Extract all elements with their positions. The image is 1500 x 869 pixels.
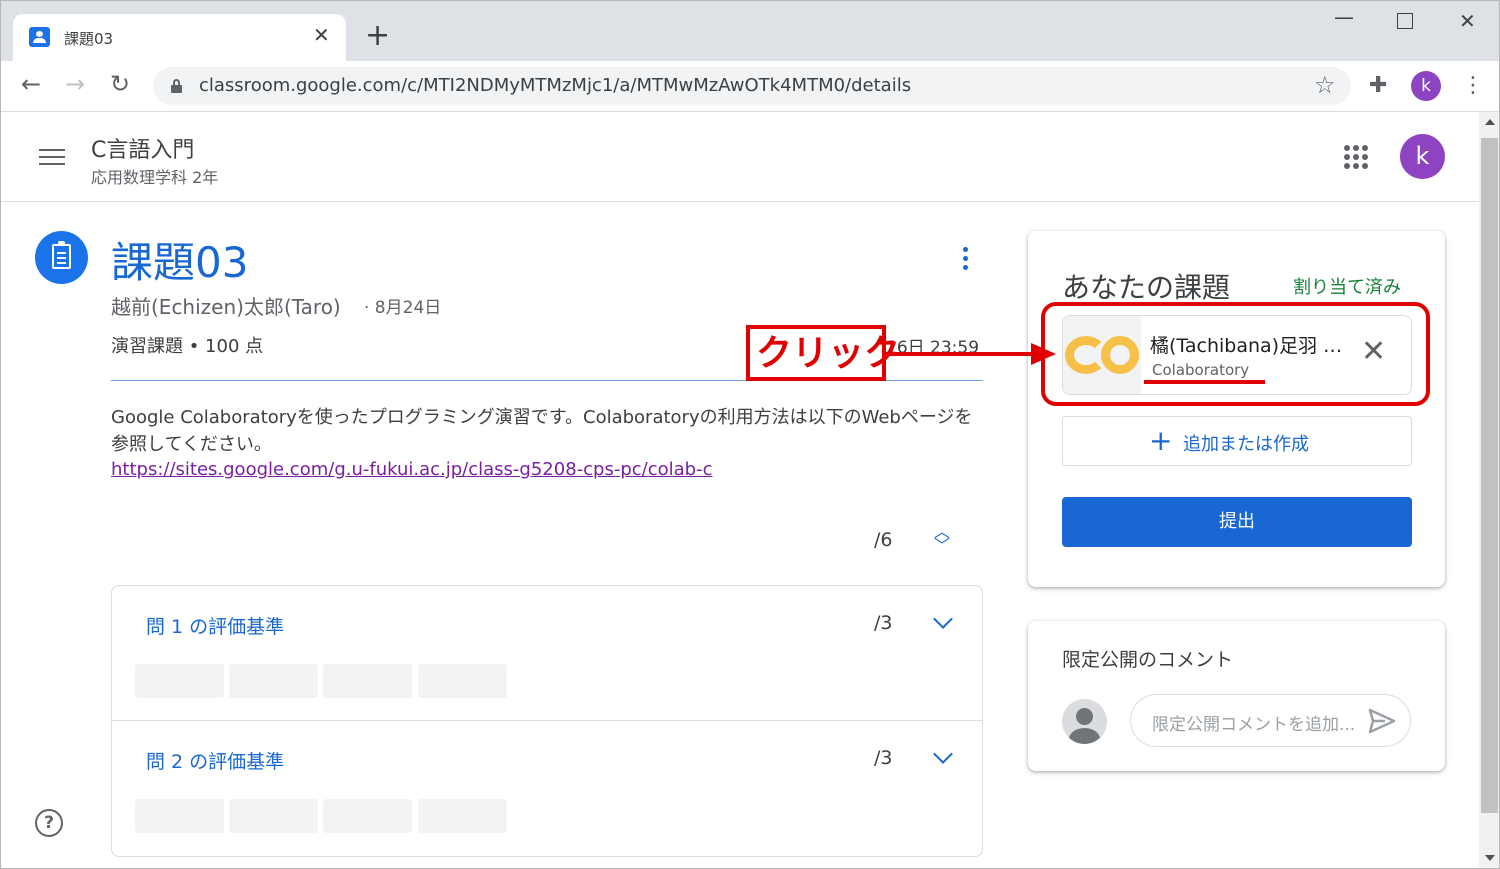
rubric-panel: 問 1 の評価基準 /3 問 2 の評価基準 /3 [111, 585, 983, 857]
url-text[interactable]: classroom.google.com/c/MTI2NDMyMTMzMjc1/… [199, 75, 911, 96]
back-icon[interactable]: ← [21, 69, 41, 99]
assignment-author: 越前(Echizen)太郎(Taro) [111, 295, 341, 319]
main-menu-icon[interactable] [39, 146, 65, 166]
more-options-icon[interactable] [957, 245, 977, 273]
send-icon[interactable] [1367, 707, 1397, 735]
maximize-icon[interactable] [1397, 13, 1413, 29]
forward-icon[interactable]: → [65, 69, 85, 99]
click-annotation-box: クリック [746, 325, 900, 381]
class-name[interactable]: C言語入門 [91, 132, 194, 164]
classroom-favicon-icon [29, 27, 50, 47]
browser-toolbar: ← → ↻ classroom.google.com/c/MTI2NDMyMTM… [1, 61, 1499, 112]
apps-grid-icon[interactable] [1344, 145, 1368, 169]
browser-menu-icon[interactable]: ⋮ [1462, 72, 1484, 100]
status-badge: 割り当て済み [1293, 277, 1401, 298]
click-annotation-label: クリック [756, 333, 901, 374]
rubric-level-placeholder [418, 799, 507, 833]
extensions-icon[interactable]: ✚ [1369, 73, 1387, 98]
minimize-icon[interactable]: — [1334, 5, 1354, 29]
assignment-title: 課題03 [111, 238, 249, 287]
assignment-posted-date: · 8月24日 [364, 298, 442, 318]
rubric-level-placeholder [229, 664, 318, 698]
rubric-criterion[interactable]: 問 1 の評価基準 /3 [112, 586, 982, 721]
scrollbar-thumb[interactable] [1481, 138, 1498, 813]
add-or-create-button[interactable]: + 追加または作成 [1062, 416, 1412, 466]
tab-close-icon[interactable]: ✕ [313, 25, 330, 45]
window-close-icon[interactable]: ✕ [1459, 9, 1476, 33]
comment-placeholder[interactable]: 限定公開コメントを追加... [1152, 710, 1362, 735]
rubric-level-placeholder [229, 799, 318, 833]
rubric-total-points: /6 [874, 529, 893, 551]
class-section: 応用数理学科 2年 [91, 168, 219, 187]
classroom-header: C言語入門 応用数理学科 2年 k [1, 112, 1479, 202]
assignment-icon [35, 231, 88, 284]
criterion-points: /3 [874, 612, 893, 634]
rubric-level-placeholder [418, 664, 507, 698]
rubric-criterion[interactable]: 問 2 の評価基準 /3 [112, 721, 982, 856]
assignment-meta: 演習課題 • 100 点 [111, 336, 264, 357]
criterion-title[interactable]: 問 1 の評価基準 [146, 612, 284, 639]
browser-tab-strip: 課題03 ✕ + — ✕ [1, 1, 1499, 61]
chevron-down-icon[interactable] [932, 751, 954, 765]
assignment-link[interactable]: https://sites.google.com/g.u-fukui.ac.jp… [111, 459, 713, 480]
sort-icon[interactable]: ︿ ﹀ [932, 524, 952, 557]
annotation-arrow-icon [886, 343, 1056, 365]
user-avatar-icon [1062, 699, 1107, 744]
scroll-up-icon[interactable] [1485, 119, 1495, 125]
your-work-title: あなたの課題 [1062, 271, 1231, 304]
rubric-level-placeholder [135, 664, 224, 698]
annotation-underline [1144, 380, 1265, 384]
browser-tab[interactable]: 課題03 ✕ [13, 14, 346, 61]
assignment-description: Google Colaboratoryを使ったプログラミング演習です。Colab… [111, 407, 973, 455]
rubric-level-placeholder [323, 664, 412, 698]
address-bar[interactable]: classroom.google.com/c/MTI2NDMyMTMzMjc1/… [153, 67, 1351, 105]
help-icon[interactable]: ? [35, 809, 63, 837]
account-avatar[interactable]: k [1400, 134, 1445, 179]
submit-button[interactable]: 提出 [1062, 497, 1412, 547]
new-tab-icon[interactable]: + [365, 21, 390, 51]
reload-icon[interactable]: ↻ [110, 69, 130, 99]
lock-icon[interactable] [171, 79, 182, 93]
criterion-points: /3 [874, 747, 893, 769]
browser-profile-avatar[interactable]: k [1411, 71, 1441, 101]
scroll-down-icon[interactable] [1485, 855, 1495, 861]
tab-title: 課題03 [64, 30, 114, 48]
page-scrollbar[interactable] [1479, 112, 1499, 868]
annotation-highlight-ring [1041, 302, 1430, 406]
private-comments-card: 限定公開のコメント 限定公開コメントを追加... [1028, 621, 1445, 771]
private-comment-input[interactable]: 限定公開コメントを追加... [1130, 694, 1411, 747]
plus-icon: + [1149, 424, 1173, 457]
add-or-create-label: 追加または作成 [1183, 434, 1309, 455]
chevron-down-icon[interactable] [932, 616, 954, 630]
your-work-card: あなたの課題 割り当て済み 橘(Tachibana)足羽 … Colaborat… [1028, 231, 1445, 587]
private-comments-title: 限定公開のコメント [1062, 649, 1234, 671]
rubric-level-placeholder [135, 799, 224, 833]
bookmark-star-icon[interactable]: ☆ [1314, 71, 1336, 99]
criterion-title[interactable]: 問 2 の評価基準 [146, 747, 284, 774]
rubric-level-placeholder [323, 799, 412, 833]
